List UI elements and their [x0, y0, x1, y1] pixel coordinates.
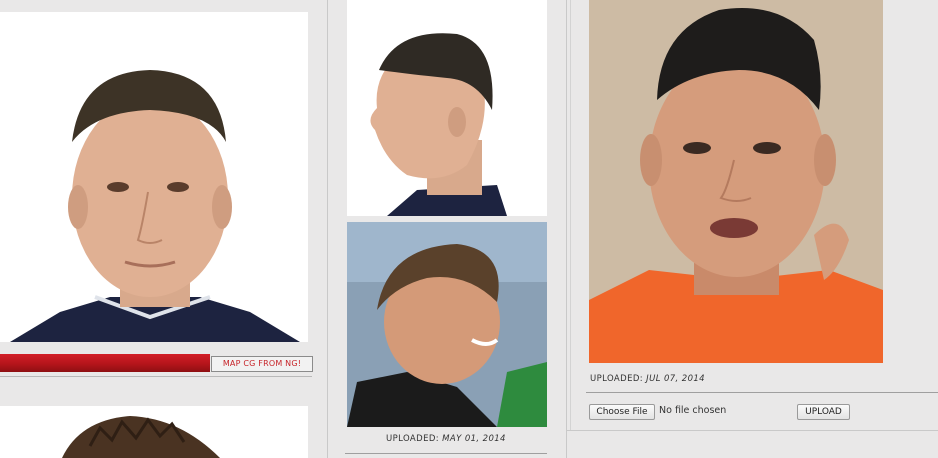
map-cg-from-ng-button[interactable]: MAP CG FROM NG! — [211, 356, 313, 372]
face-side-illustration — [370, 33, 507, 216]
column-divider-right — [566, 0, 567, 458]
cg-face-render-side — [347, 0, 547, 216]
right-uploaded-text: UPLOADED: JUL 07, 2014 — [590, 374, 705, 384]
face-front-illustration — [10, 70, 300, 342]
reference-photo-front-illustration — [589, 0, 883, 363]
no-file-chosen-text: No file chosen — [659, 405, 727, 416]
hair-preview-illustration — [62, 416, 220, 458]
right-panel-separator — [586, 392, 938, 393]
left-panel-separator — [0, 376, 312, 377]
reference-photo-side-profile — [347, 222, 547, 427]
middle-uploaded-label: UPLOADED: — [386, 434, 440, 444]
column-divider-left — [327, 0, 328, 458]
cg-hair-render-preview — [0, 406, 308, 458]
column-divider-right-inner — [570, 0, 571, 430]
mapping-progress-bar — [0, 354, 210, 372]
reference-photo-side-illustration — [347, 222, 547, 427]
right-uploaded-label: UPLOADED: — [590, 374, 644, 384]
middle-panel-separator — [345, 453, 547, 454]
cg-face-render-front — [0, 12, 308, 342]
middle-uploaded-text: UPLOADED: MAY 01, 2014 — [386, 434, 506, 444]
reference-photo-front — [589, 0, 883, 363]
middle-uploaded-date: MAY 01, 2014 — [442, 434, 506, 444]
upload-button[interactable]: UPLOAD — [797, 404, 850, 420]
right-panel-bottom-separator — [566, 430, 938, 431]
choose-file-button[interactable]: Choose File — [589, 404, 655, 420]
right-uploaded-date: JUL 07, 2014 — [646, 374, 705, 384]
